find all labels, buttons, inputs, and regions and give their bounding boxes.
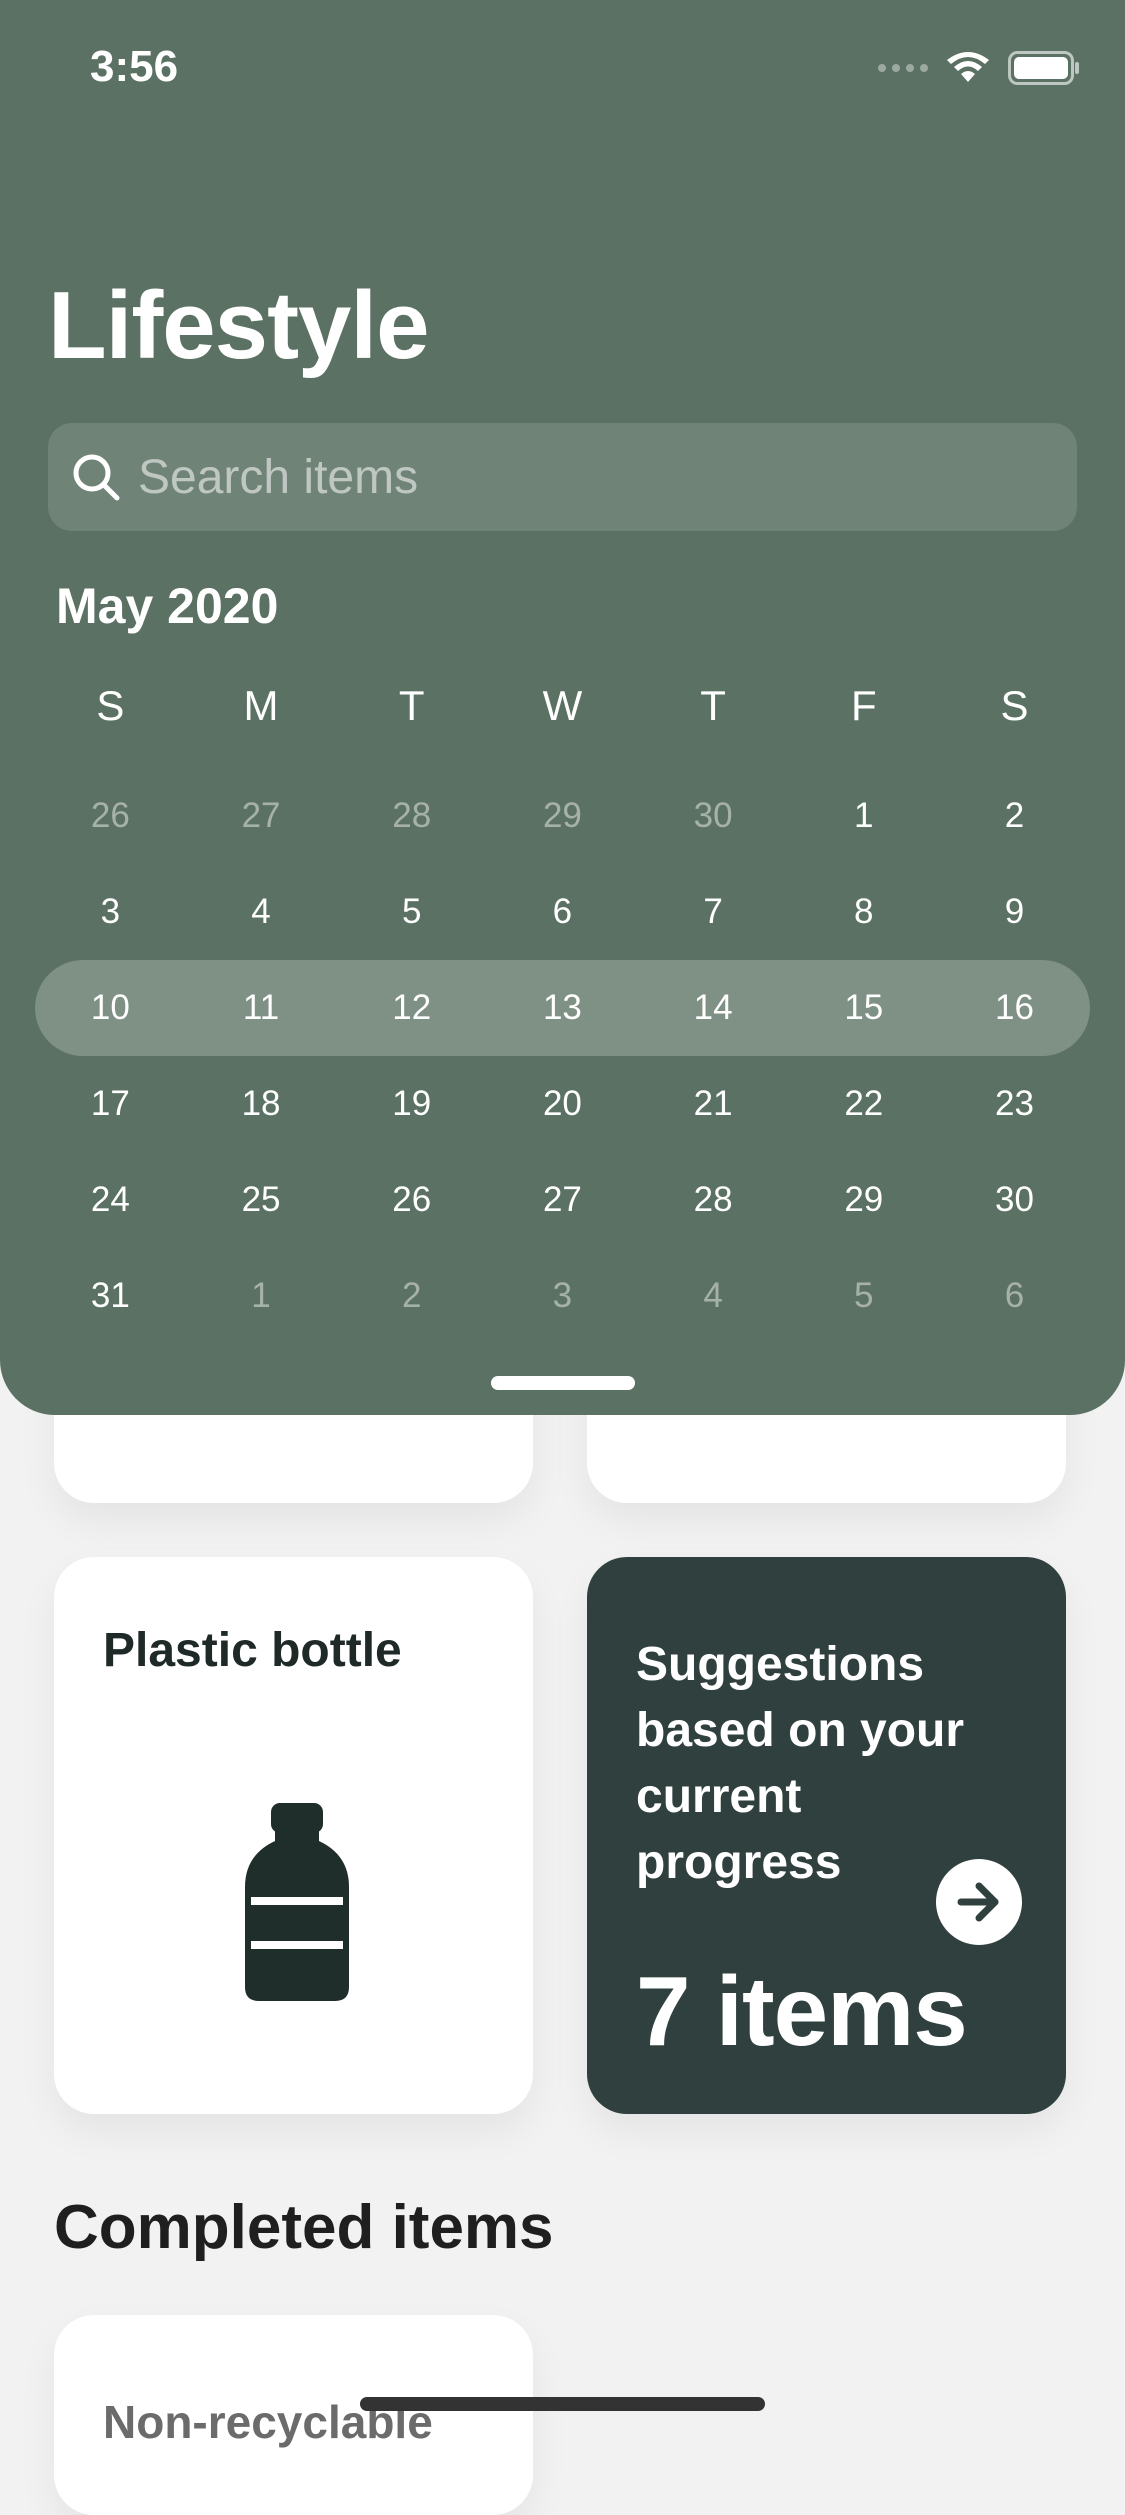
calendar-day[interactable]: 6: [487, 892, 638, 932]
weekday-label: T: [700, 682, 726, 729]
calendar-day[interactable]: 13: [487, 988, 638, 1028]
calendar-day[interactable]: 2: [336, 1276, 487, 1316]
calendar-day[interactable]: 29: [487, 796, 638, 836]
calendar-day[interactable]: 9: [939, 892, 1090, 932]
status-time: 3:56: [90, 42, 179, 91]
calendar-day[interactable]: 30: [638, 796, 789, 836]
weekday-label: S: [1000, 682, 1029, 729]
suggestions-card[interactable]: Suggestions based on your current progre…: [587, 1557, 1066, 2114]
wifi-icon: [947, 52, 989, 82]
weekday-label: M: [243, 682, 279, 729]
calendar-week[interactable]: 26 27 28 29 30 1 2: [35, 768, 1090, 864]
home-indicator[interactable]: [360, 2397, 765, 2411]
calendar-panel: 3:56 Lifestyle May 2020 S M T W T: [0, 0, 1125, 1415]
calendar-day[interactable]: 14: [638, 988, 789, 1028]
arrow-right-icon: [957, 1882, 999, 1922]
calendar-week[interactable]: 31 1 2 3 4 5 6: [35, 1248, 1090, 1344]
item-card-label: Plastic bottle: [103, 1624, 402, 1677]
search-bar[interactable]: [48, 423, 1077, 531]
calendar-day[interactable]: 16: [939, 988, 1090, 1028]
weekday-label: T: [398, 682, 425, 729]
calendar-day[interactable]: 26: [35, 796, 186, 836]
calendar-grid: S M T W T F S 26 27 28 29 30 1 2 3 4 5 6 7 8 9 10 11 12 1…: [35, 670, 1090, 1344]
calendar-day[interactable]: 15: [788, 988, 939, 1028]
calendar-week[interactable]: 3456789: [35, 864, 1090, 960]
calendar-day[interactable]: 1: [788, 796, 939, 836]
calendar-day[interactable]: 27: [186, 796, 337, 836]
calendar-week[interactable]: 17 18 19 20 21 22 23: [35, 1056, 1090, 1152]
battery-icon: [1008, 51, 1079, 85]
bottle-icon: [245, 1803, 349, 2001]
calendar-week-selected[interactable]: 10 11 12 13 14 15 16: [35, 960, 1090, 1056]
calendar-day[interactable]: 24: [35, 1180, 186, 1220]
calendar-day[interactable]: 29: [788, 1180, 939, 1220]
calendar-day[interactable]: 10: [35, 988, 186, 1028]
calendar-day[interactable]: 4: [638, 1276, 789, 1316]
calendar-day[interactable]: 22: [788, 1084, 939, 1124]
item-card-plastic-bottle[interactable]: Plastic bottle: [54, 1557, 533, 2114]
calendar-day[interactable]: 28: [336, 796, 487, 836]
calendar-day[interactable]: 3: [35, 892, 186, 932]
calendar-day[interactable]: 3: [487, 1276, 638, 1316]
calendar-day[interactable]: 18: [186, 1084, 337, 1124]
calendar-day[interactable]: 26: [336, 1180, 487, 1220]
calendar-day[interactable]: 11: [186, 988, 337, 1028]
weekday-label: S: [96, 682, 125, 729]
calendar-day[interactable]: 23: [939, 1084, 1090, 1124]
weekday-header: S M T W T F S: [35, 670, 1090, 742]
calendar-week[interactable]: 24 25 26 27 28 29 30: [35, 1152, 1090, 1248]
calendar-month-label: May 2020: [56, 578, 279, 634]
calendar-weeks: 26 27 28 29 30 1 2 3 4 5 6 7 8 9 10 11 12 13 14 15 16 17 18 19 2…: [35, 768, 1090, 1344]
completed-item-card[interactable]: Non-recyclable: [54, 2315, 533, 2515]
calendar-day[interactable]: 21: [638, 1084, 789, 1124]
calendar-day[interactable]: 12: [336, 988, 487, 1028]
cellular-signal-icon: [878, 64, 928, 72]
calendar-day[interactable]: 25: [186, 1180, 337, 1220]
calendar-day[interactable]: 30: [939, 1180, 1090, 1220]
suggestions-text: Suggestions based on your current progre…: [636, 1638, 965, 1889]
calendar-day[interactable]: 7: [638, 892, 789, 932]
status-icons: [878, 46, 1080, 90]
calendar-day[interactable]: 20: [487, 1084, 638, 1124]
calendar-day[interactable]: 2: [939, 796, 1090, 836]
page-title: Lifestyle: [48, 272, 429, 379]
drag-handle[interactable]: [491, 1376, 635, 1390]
weekday-label: F: [850, 682, 877, 729]
calendar-day[interactable]: 28: [638, 1180, 789, 1220]
calendar-day[interactable]: 19: [336, 1084, 487, 1124]
calendar-day[interactable]: 27: [487, 1180, 638, 1220]
calendar-day[interactable]: 1: [186, 1276, 337, 1316]
completed-section-title: Completed items: [54, 2193, 554, 2262]
suggestions-arrow-button[interactable]: [936, 1859, 1022, 1945]
weekday-label: W: [542, 682, 583, 729]
calendar-day[interactable]: 6: [939, 1276, 1090, 1316]
calendar-day[interactable]: 5: [336, 892, 487, 932]
calendar-day[interactable]: 17: [35, 1084, 186, 1124]
calendar-day[interactable]: 31: [35, 1276, 186, 1316]
calendar-day[interactable]: 5: [788, 1276, 939, 1316]
suggestions-count: 7 items: [636, 1956, 968, 2066]
search-input[interactable]: [138, 423, 1038, 531]
search-icon: [73, 454, 120, 501]
calendar-day[interactable]: 4: [186, 892, 337, 932]
calendar-day[interactable]: 8: [788, 892, 939, 932]
